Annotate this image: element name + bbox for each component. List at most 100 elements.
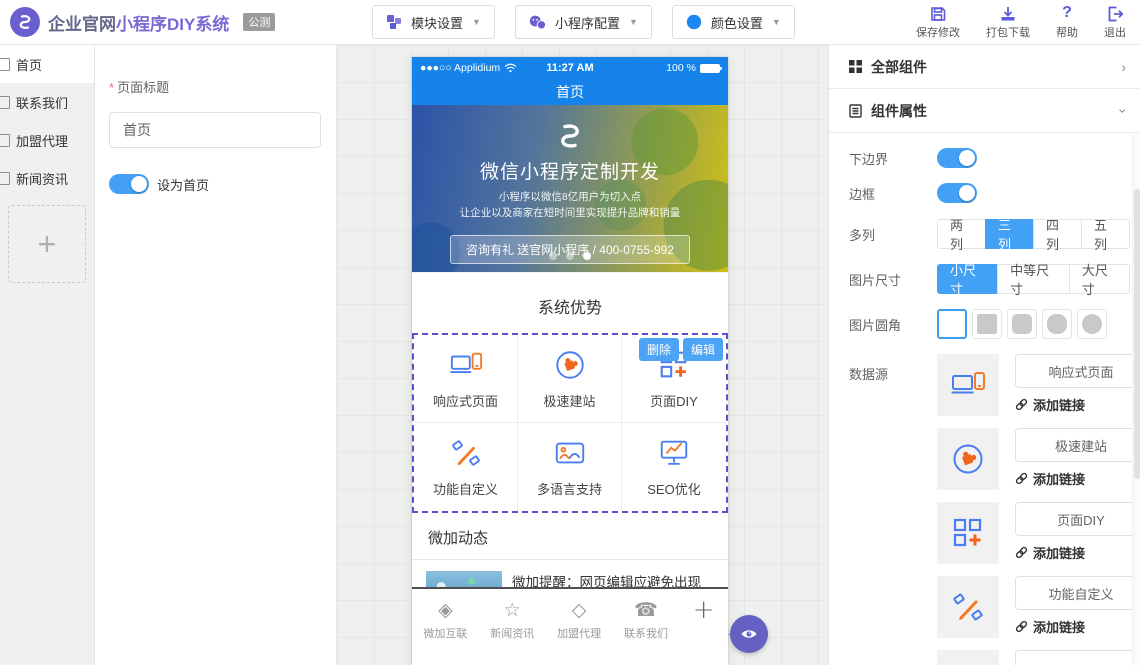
columns-option-3-selected[interactable]: 三列 (985, 219, 1034, 249)
tab-label: 新闻资讯 (490, 625, 534, 641)
edit-component-button[interactable]: 编辑 (683, 338, 723, 361)
grid-item-label: 极速建站 (543, 391, 595, 410)
datasource-title-input[interactable] (1015, 354, 1140, 388)
page-title-input[interactable] (109, 112, 321, 148)
grid-item-language[interactable]: 多语言支持 (518, 423, 622, 511)
carrier-text: ●●●○○ Applidium (420, 62, 500, 74)
delete-component-button[interactable]: 删除 (639, 338, 679, 361)
add-link-label: 添加链接 (1033, 543, 1085, 562)
datasource-title-input[interactable] (1015, 428, 1140, 462)
page-title-label-text: 页面标题 (117, 80, 169, 95)
size-option-small-selected[interactable]: 小尺寸 (937, 264, 998, 294)
app-title-primary: 企业官网 (48, 15, 116, 34)
add-link-button[interactable]: 添加链接 (1015, 395, 1140, 414)
required-asterisk: * (109, 80, 114, 95)
radius-option-circle[interactable] (1077, 309, 1107, 339)
sidebar-item-home[interactable]: 首页 (0, 45, 94, 83)
tab-agency[interactable]: ◇ 加盟代理 (546, 599, 613, 665)
responsive-page-icon (449, 348, 483, 382)
header-actions: 保存修改 打包下载 ? 帮助 退出 (916, 4, 1140, 40)
columns-option-2[interactable]: 两列 (937, 219, 986, 249)
datasource-label: 数据源 (849, 354, 937, 383)
datasource-title-input[interactable] (1015, 502, 1140, 536)
datasource-thumb (937, 650, 999, 665)
tab-label: 加盟代理 (557, 625, 601, 641)
page-title-label: *页面标题 (109, 77, 320, 96)
grid-item-custom[interactable]: 功能自定义 (414, 423, 518, 511)
carousel-dot-active[interactable] (583, 252, 591, 260)
sidebar-item-agency[interactable]: 加盟代理 (0, 121, 94, 159)
diamond-icon: ◇ (572, 599, 587, 621)
border-toggle[interactable] (937, 183, 977, 203)
component-properties-row[interactable]: 组件属性 › (829, 89, 1140, 133)
size-option-large[interactable]: 大尺寸 (1069, 264, 1130, 294)
phone-tab-bar: ◈ 微加互联 ☆ 新闻资讯 ◇ 加盟代理 ☎ 联系我们 + (412, 587, 728, 665)
wechat-icon (529, 15, 546, 30)
brand: 企业官网小程序DIY系统 公测 (0, 7, 330, 37)
caret-down-icon: ▼ (472, 17, 481, 27)
exit-button[interactable]: 退出 (1104, 4, 1126, 40)
fast-build-icon (937, 428, 999, 490)
datasource-title-input[interactable] (1015, 650, 1140, 665)
columns-option-4[interactable]: 四列 (1033, 219, 1082, 249)
multi-language-icon (553, 436, 587, 470)
columns-option-5[interactable]: 五列 (1081, 219, 1130, 249)
tab-contact[interactable]: ☎ 联系我们 (613, 599, 680, 665)
hero-subtitle: 小程序以微信8亿用户为切入点 让企业以及商家在短时间里实现提升品牌和销量 (412, 189, 728, 222)
scrollbar-thumb[interactable] (1134, 189, 1140, 479)
hero-title: 微信小程序定制开发 (412, 157, 728, 184)
datasource-title-input[interactable] (1015, 576, 1140, 610)
exit-icon (1107, 4, 1123, 22)
radius-option-none-selected[interactable] (937, 309, 967, 339)
star-icon: ☆ (504, 599, 521, 621)
preview-eye-button[interactable] (730, 615, 768, 653)
radius-option-small[interactable] (972, 309, 1002, 339)
carousel-dot[interactable] (549, 252, 557, 260)
link-icon (1015, 620, 1028, 633)
tab-add-button[interactable]: + (679, 599, 728, 665)
bottom-border-toggle[interactable] (937, 148, 977, 168)
tab-news[interactable]: ☆ 新闻资讯 (479, 599, 546, 665)
color-settings-dropdown[interactable]: 颜色设置 ▼ (672, 5, 795, 39)
radius-option-large[interactable] (1042, 309, 1072, 339)
grid-item-speed[interactable]: 极速建站 (518, 335, 622, 423)
inspector-scrollbar[interactable] (1132, 134, 1140, 665)
module-settings-dropdown[interactable]: 模块设置 ▼ (372, 5, 495, 39)
save-button[interactable]: 保存修改 (916, 4, 960, 40)
page-icon (0, 58, 10, 71)
exit-label: 退出 (1104, 24, 1126, 40)
add-page-button[interactable]: + (8, 205, 86, 283)
add-link-button[interactable]: 添加链接 (1015, 469, 1140, 488)
custom-function-icon (449, 436, 483, 470)
cubes-icon (386, 14, 402, 30)
hero-banner[interactable]: 微信小程序定制开发 小程序以微信8亿用户为切入点 让企业以及商家在短时间里实现提… (412, 105, 728, 272)
page-icon (0, 96, 10, 109)
phone-status-bar: ●●●○○ Applidium 11:27 AM 100 % (412, 57, 728, 79)
carousel-dot[interactable] (566, 252, 574, 260)
size-option-medium[interactable]: 中等尺寸 (997, 264, 1070, 294)
tab-weijia[interactable]: ◈ 微加互联 (412, 599, 479, 665)
selected-grid-component[interactable]: 删除 编辑 响应式页面 极速建站 (412, 333, 728, 513)
phone-nav-bar: 首页 (412, 79, 728, 105)
all-components-row[interactable]: 全部组件 › (829, 45, 1140, 89)
component-properties-label: 组件属性 (871, 101, 927, 121)
battery-percent: 100 % (666, 62, 696, 74)
page-icon (0, 172, 10, 185)
help-button[interactable]: ? 帮助 (1056, 4, 1078, 40)
sidebar-item-contact[interactable]: 联系我们 (0, 83, 94, 121)
radius-option-medium[interactable] (1007, 309, 1037, 339)
add-link-button[interactable]: 添加链接 (1015, 543, 1140, 562)
grid-item-responsive[interactable]: 响应式页面 (414, 335, 518, 423)
grid-item-label: SEO优化 (647, 479, 700, 498)
page-diy-icon (937, 502, 999, 564)
set-home-toggle[interactable] (109, 174, 149, 194)
add-link-button[interactable]: 添加链接 (1015, 617, 1140, 636)
caret-down-icon: ▼ (629, 17, 638, 27)
link-icon (1015, 398, 1028, 411)
all-components-label: 全部组件 (871, 57, 927, 77)
download-button[interactable]: 打包下载 (986, 4, 1030, 40)
miniprogram-config-dropdown[interactable]: 小程序配置 ▼ (515, 5, 652, 39)
sidebar-item-news[interactable]: 新闻资讯 (0, 159, 94, 197)
grid-item-seo[interactable]: SEO优化 (622, 423, 726, 511)
beta-badge: 公测 (243, 13, 275, 31)
